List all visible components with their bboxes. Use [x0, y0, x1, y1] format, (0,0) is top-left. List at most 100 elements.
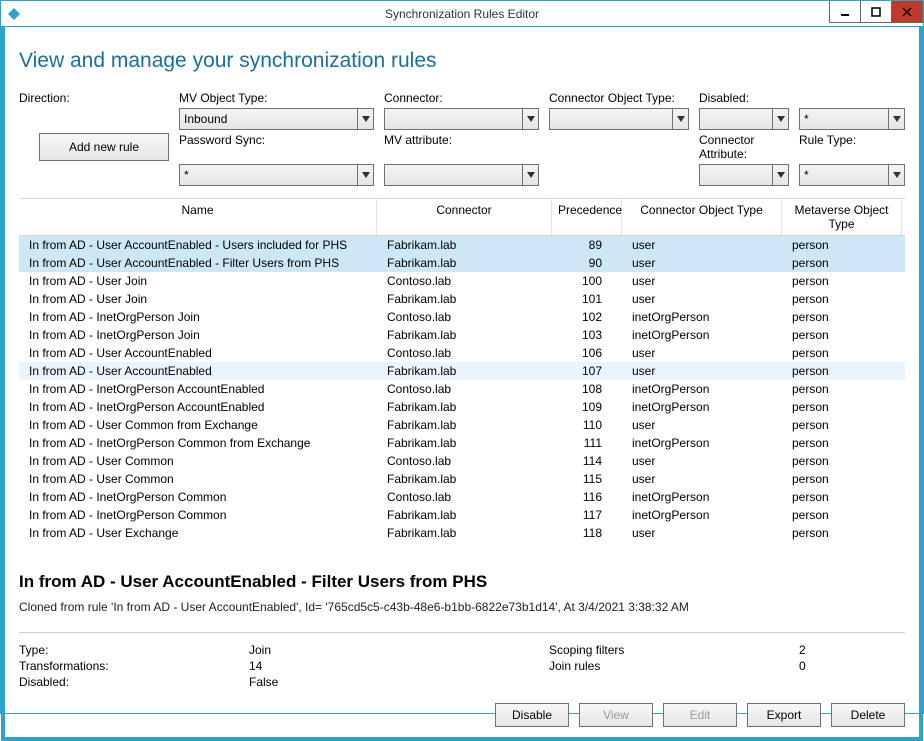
detail-title: In from AD - User AccountEnabled - Filte… [19, 572, 905, 592]
export-button[interactable]: Export [747, 703, 821, 727]
cell-name: In from AD - User Common [19, 452, 377, 470]
direction-value: Inbound [184, 112, 227, 126]
table-row[interactable]: In from AD - InetOrgPerson AccountEnable… [19, 398, 905, 416]
cell-mot: person [782, 236, 902, 254]
col-connector[interactable]: Connector [377, 199, 552, 235]
table-row[interactable]: In from AD - User CommonContoso.lab114us… [19, 452, 905, 470]
direction-select[interactable]: Inbound [179, 108, 374, 130]
col-mot[interactable]: Metaverse Object Type [782, 199, 902, 235]
cell-connector: Contoso.lab [377, 308, 552, 326]
password-sync-select[interactable]: * [179, 164, 374, 186]
edit-button[interactable]: Edit [663, 703, 737, 727]
connector-object-type-select[interactable] [699, 108, 789, 130]
cell-cot: user [622, 416, 782, 434]
cell-precedence: 108 [552, 380, 622, 398]
table-row[interactable]: In from AD - InetOrgPerson CommonFabrika… [19, 506, 905, 524]
cell-cot: user [622, 362, 782, 380]
table-row[interactable]: In from AD - InetOrgPerson JoinFabrikam.… [19, 326, 905, 344]
transformations-label: Transformations: [19, 659, 249, 673]
cell-precedence: 101 [552, 290, 622, 308]
disabled-value: * [804, 112, 809, 126]
col-cot[interactable]: Connector Object Type [622, 199, 782, 235]
cell-connector: Contoso.lab [377, 488, 552, 506]
chevron-down-icon [522, 165, 538, 185]
table-row[interactable]: In from AD - InetOrgPerson Common from E… [19, 434, 905, 452]
cell-cot: user [622, 254, 782, 272]
grid-header: Name Connector Precedence Connector Obje… [19, 198, 905, 236]
chevron-down-icon [772, 165, 788, 185]
connector-attribute-select[interactable] [699, 164, 789, 186]
cell-connector: Contoso.lab [377, 344, 552, 362]
delete-button[interactable]: Delete [831, 703, 905, 727]
table-row[interactable]: In from AD - User CommonFabrikam.lab115u… [19, 470, 905, 488]
table-row[interactable]: In from AD - User Common from ExchangeFa… [19, 416, 905, 434]
cell-connector: Contoso.lab [377, 452, 552, 470]
cell-precedence: 90 [552, 254, 622, 272]
cell-precedence: 106 [552, 344, 622, 362]
table-row[interactable]: In from AD - User AccountEnabled - Users… [19, 236, 905, 254]
table-row[interactable]: In from AD - User AccountEnabled - Filte… [19, 254, 905, 272]
cell-mot: person [782, 254, 902, 272]
cell-connector: Fabrikam.lab [377, 290, 552, 308]
cell-precedence: 110 [552, 416, 622, 434]
cell-precedence: 107 [552, 362, 622, 380]
rule-type-select[interactable]: * [799, 164, 905, 186]
cell-precedence: 114 [552, 452, 622, 470]
cell-mot: person [782, 272, 902, 290]
connector-label: Connector: [384, 91, 539, 105]
cell-precedence: 117 [552, 506, 622, 524]
mv-attribute-select[interactable] [384, 164, 539, 186]
cell-cot: inetOrgPerson [622, 488, 782, 506]
joinrules-label: Join rules [549, 659, 799, 673]
cell-connector: Contoso.lab [377, 380, 552, 398]
cell-name: In from AD - InetOrgPerson Join [19, 308, 377, 326]
maximize-button[interactable] [860, 1, 892, 23]
type-value: Join [249, 643, 549, 657]
table-row[interactable]: In from AD - InetOrgPerson JoinContoso.l… [19, 308, 905, 326]
cell-name: In from AD - InetOrgPerson AccountEnable… [19, 398, 377, 416]
table-row[interactable]: In from AD - User ExchangeFabrikam.lab11… [19, 524, 905, 542]
table-row[interactable]: In from AD - User JoinFabrikam.lab101use… [19, 290, 905, 308]
disable-button[interactable]: Disable [495, 703, 569, 727]
disabled-detail-label: Disabled: [19, 675, 249, 689]
col-name[interactable]: Name [19, 199, 377, 235]
grid-body[interactable]: In from AD - User AccountEnabled - Users… [19, 236, 905, 566]
cell-mot: person [782, 398, 902, 416]
cell-connector: Fabrikam.lab [377, 236, 552, 254]
detail-clone-info: Cloned from rule 'In from AD - User Acco… [19, 600, 905, 614]
cell-name: In from AD - User AccountEnabled [19, 362, 377, 380]
cell-connector: Fabrikam.lab [377, 398, 552, 416]
window-title: Synchronization Rules Editor [1, 7, 923, 21]
cell-name: In from AD - User Common [19, 470, 377, 488]
mv-object-type-select[interactable] [384, 108, 539, 130]
scoping-label: Scoping filters [549, 643, 799, 657]
cell-mot: person [782, 344, 902, 362]
cell-mot: person [782, 488, 902, 506]
cell-cot: user [622, 272, 782, 290]
minimize-button[interactable] [829, 1, 861, 23]
col-precedence[interactable]: Precedence [552, 199, 622, 235]
rule-type-label: Rule Type: [799, 133, 905, 161]
close-button[interactable] [891, 1, 923, 23]
rule-type-value: * [804, 168, 809, 182]
cell-name: In from AD - InetOrgPerson AccountEnable… [19, 380, 377, 398]
disabled-select[interactable]: * [799, 108, 905, 130]
table-row[interactable]: In from AD - InetOrgPerson CommonContoso… [19, 488, 905, 506]
cell-cot: user [622, 524, 782, 542]
cell-cot: inetOrgPerson [622, 326, 782, 344]
view-button[interactable]: View [579, 703, 653, 727]
cell-connector: Fabrikam.lab [377, 524, 552, 542]
table-row[interactable]: In from AD - User JoinContoso.lab100user… [19, 272, 905, 290]
add-new-rule-button[interactable]: Add new rule [39, 133, 169, 161]
table-row[interactable]: In from AD - User AccountEnabledContoso.… [19, 344, 905, 362]
table-row[interactable]: In from AD - User AccountEnabledFabrikam… [19, 362, 905, 380]
chevron-down-icon [522, 109, 538, 129]
page-heading: View and manage your synchronization rul… [19, 49, 905, 73]
cell-connector: Contoso.lab [377, 272, 552, 290]
table-row[interactable]: In from AD - InetOrgPerson AccountEnable… [19, 380, 905, 398]
cell-mot: person [782, 380, 902, 398]
cell-cot: inetOrgPerson [622, 308, 782, 326]
cell-name: In from AD - InetOrgPerson Join [19, 326, 377, 344]
cell-precedence: 118 [552, 524, 622, 542]
connector-select[interactable] [549, 108, 689, 130]
